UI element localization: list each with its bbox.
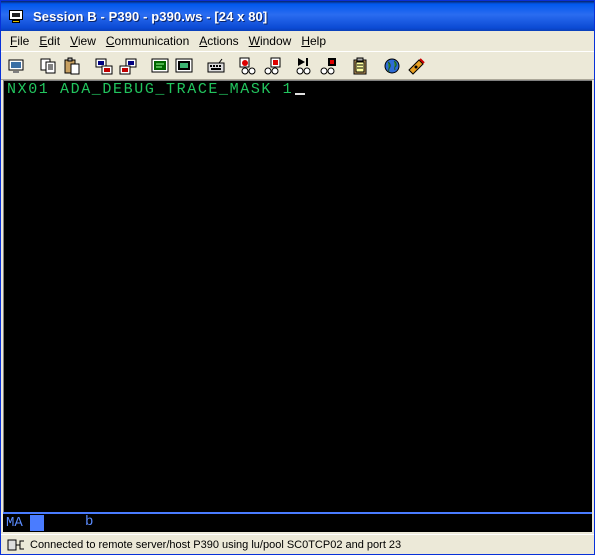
- stop-macro-icon[interactable]: [261, 55, 283, 77]
- oia-connection-box: [30, 515, 44, 531]
- status-bar: Connected to remote server/host P390 usi…: [1, 534, 594, 554]
- receive-file-icon[interactable]: [117, 55, 139, 77]
- keypad-icon[interactable]: [205, 55, 227, 77]
- menu-edit[interactable]: Edit: [34, 34, 65, 48]
- web-globe-icon[interactable]: [381, 55, 403, 77]
- keyboard-map-icon[interactable]: [173, 55, 195, 77]
- display-setup-icon[interactable]: [149, 55, 171, 77]
- menu-communication[interactable]: Communication: [101, 34, 194, 48]
- paste-icon[interactable]: [61, 55, 83, 77]
- status-message: Connected to remote server/host P390 usi…: [30, 538, 402, 551]
- menu-file[interactable]: File: [5, 34, 34, 48]
- connection-status-icon: [7, 537, 25, 553]
- app-terminal-icon[interactable]: [8, 8, 24, 24]
- terminal-line-1: NX01 ADA_DEBUG_TRACE_MASK 1: [7, 81, 306, 98]
- macro-list-icon[interactable]: [317, 55, 339, 77]
- send-file-icon[interactable]: [93, 55, 115, 77]
- text-cursor: [295, 93, 306, 95]
- copy-icon[interactable]: [37, 55, 59, 77]
- oia-status-indicator: b: [85, 514, 94, 530]
- record-macro-icon[interactable]: [237, 55, 259, 77]
- menu-view[interactable]: View: [65, 34, 101, 48]
- oia-mode-indicator: MA: [6, 515, 23, 531]
- menu-bar: File Edit View Communication Actions Win…: [1, 31, 594, 51]
- operator-info-area: MA b: [3, 512, 592, 532]
- menu-actions[interactable]: Actions: [194, 34, 243, 48]
- tools-icon[interactable]: [405, 55, 427, 77]
- menu-help[interactable]: Help: [296, 34, 331, 48]
- window-title: Session B - P390 - p390.ws - [24 x 80]: [33, 8, 268, 24]
- title-bar[interactable]: Session B - P390 - p390.ws - [24 x 80]: [1, 1, 594, 31]
- terminal-screen[interactable]: NX01 ADA_DEBUG_TRACE_MASK 1: [3, 80, 592, 512]
- emulator-window: Session B - P390 - p390.ws - [24 x 80] F…: [0, 0, 595, 555]
- menu-window[interactable]: Window: [244, 34, 297, 48]
- print-screen-icon[interactable]: [5, 55, 27, 77]
- clipboard-icon[interactable]: [349, 55, 371, 77]
- play-macro-icon[interactable]: [293, 55, 315, 77]
- toolbar: [1, 51, 594, 80]
